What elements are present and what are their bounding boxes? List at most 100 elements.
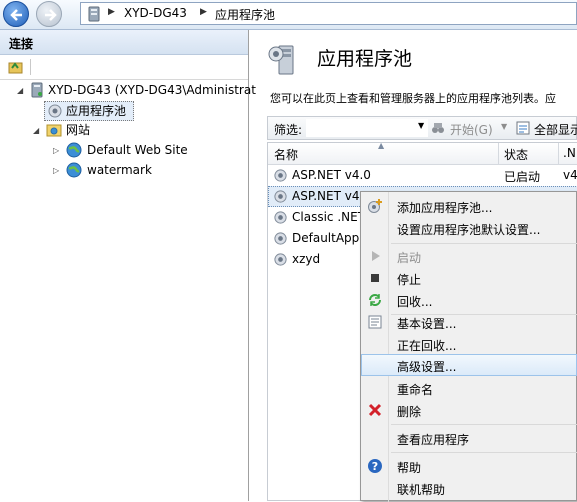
back-button[interactable] <box>3 1 29 27</box>
connections-toolbar <box>0 55 248 80</box>
collapse-arrow-icon[interactable]: ◢ <box>33 121 39 141</box>
row-status: 已启动 <box>504 170 541 184</box>
row-name: ASP.NET v4.0 <box>292 168 371 182</box>
connections-title: 连接 <box>9 37 34 51</box>
globe-icon <box>66 142 82 158</box>
connect-icon[interactable] <box>8 59 24 75</box>
filter-label: 筛选: <box>274 123 303 137</box>
tree-node-sites[interactable]: ◢ 网站 <box>0 120 248 140</box>
menu-item-recycle[interactable]: 回收... <box>361 289 577 311</box>
connections-header: 连接 <box>0 30 248 55</box>
row-name: DefaultAppP <box>292 231 367 245</box>
back-arrow-icon <box>10 9 22 21</box>
menu-item-help[interactable]: ? 帮助 <box>361 455 577 477</box>
sites-folder-icon <box>46 124 62 137</box>
menu-item-recycling[interactable]: 正在回收... <box>361 333 577 355</box>
table-row[interactable]: ASP.NET v4.0 已启动 v4 <box>268 165 577 186</box>
filter-bar: 筛选: ▼ 开始(G) ▼ 全部显示 <box>267 116 577 140</box>
svg-text:?: ? <box>372 460 378 473</box>
menu-label: 停止 <box>397 273 422 287</box>
tree-label-server: XYD-DG43 (XYD-DG43\Administrat <box>48 83 256 97</box>
app-pool-icon <box>274 232 287 245</box>
server-icon <box>31 82 43 98</box>
menu-label: 回收... <box>397 295 433 309</box>
tree-label-watermark: watermark <box>87 163 152 177</box>
tree-node-app-pools[interactable]: 应用程序池 <box>44 101 134 121</box>
expand-arrow-icon[interactable]: ▷ <box>53 161 59 181</box>
menu-item-basic-settings[interactable]: 基本设置... <box>361 311 577 333</box>
add-app-pool-icon <box>368 199 382 213</box>
page-title: 应用程序池 <box>317 48 413 70</box>
column-header-status[interactable]: 状态 <box>504 146 528 163</box>
breadcrumb-separator-icon: ▶ <box>200 7 207 17</box>
menu-label: 高级设置... <box>397 360 457 374</box>
app-pool-icon <box>274 253 287 266</box>
tree-node-watermark[interactable]: ▷ watermark <box>0 160 248 180</box>
help-icon: ? <box>368 459 382 473</box>
list-header: 名称 ▲ 状态 .N <box>268 141 577 165</box>
app-pool-icon <box>274 169 287 182</box>
show-all-button[interactable]: 全部显示 <box>534 121 577 138</box>
navigation-bar: ▶ XYD-DG43 ▶ 应用程序池 <box>0 0 577 30</box>
delete-x-icon <box>368 403 382 417</box>
menu-item-advanced-settings[interactable]: 高级设置... <box>361 354 577 376</box>
menu-label: 启动 <box>397 251 422 265</box>
filter-dropdown-icon[interactable]: ▼ <box>418 121 424 130</box>
menu-item-online-help[interactable]: 联机帮助 <box>361 477 577 499</box>
start-dropdown-icon[interactable]: ▼ <box>501 122 507 131</box>
play-icon <box>372 251 380 261</box>
row-name: xzyd <box>292 252 321 266</box>
menu-item-delete[interactable]: 删除 <box>361 399 577 421</box>
menu-label: 正在回收... <box>397 339 457 353</box>
column-header-net[interactable]: .N <box>563 146 576 160</box>
menu-label: 设置应用程序池默认设置... <box>397 223 541 237</box>
menu-item-start[interactable]: 启动 <box>361 245 577 267</box>
show-all-icon <box>516 121 530 135</box>
app-pool-icon <box>48 104 62 118</box>
menu-label: 查看应用程序 <box>397 433 470 447</box>
tree-label-app-pools: 应用程序池 <box>66 104 127 118</box>
menu-label: 联机帮助 <box>397 483 446 497</box>
recycle-icon <box>369 294 381 306</box>
globe-icon <box>66 162 82 178</box>
menu-item-set-defaults[interactable]: 设置应用程序池默认设置... <box>361 217 577 239</box>
menu-label: 添加应用程序池... <box>397 201 493 215</box>
forward-arrow-icon <box>45 9 57 21</box>
row-name: ASP.NET v4. <box>292 189 364 203</box>
breadcrumb-item-app-pools[interactable]: 应用程序池 <box>215 6 275 23</box>
menu-item-view-applications[interactable]: 查看应用程序 <box>361 427 577 449</box>
menu-label: 帮助 <box>397 461 422 475</box>
start-filter-button[interactable]: 开始(G) <box>450 121 493 138</box>
tree-label-sites: 网站 <box>66 123 91 137</box>
menu-label: 重命名 <box>397 383 434 397</box>
stop-icon <box>371 274 379 282</box>
menu-item-rename[interactable]: 重命名 <box>361 377 577 399</box>
collapse-arrow-icon[interactable]: ◢ <box>17 81 23 101</box>
page-description: 您可以在此页上查看和管理服务器上的应用程序池列表。应 <box>270 92 556 105</box>
menu-label: 基本设置... <box>397 317 457 331</box>
menu-label: 删除 <box>397 405 422 419</box>
app-pools-header-icon <box>268 45 294 75</box>
menu-item-stop[interactable]: 停止 <box>361 267 577 289</box>
menu-separator <box>391 424 577 425</box>
context-menu: 添加应用程序池... 设置应用程序池默认设置... 启动 停止 回收... 基本… <box>360 191 577 502</box>
app-pool-icon <box>274 211 287 224</box>
breadcrumb-item-server[interactable]: XYD-DG43 <box>124 6 187 20</box>
tree-node-default-web-site[interactable]: ▷ Default Web Site <box>0 140 248 160</box>
tree-node-server[interactable]: ◢ XYD-DG43 (XYD-DG43\Administrat <box>0 80 256 101</box>
menu-separator <box>391 243 577 244</box>
column-header-name[interactable]: 名称 <box>274 146 298 163</box>
settings-page-icon <box>368 315 382 329</box>
row-net-version: v4 <box>563 168 577 182</box>
toolbar-divider <box>30 59 31 75</box>
column-divider[interactable] <box>558 143 559 164</box>
filter-input[interactable] <box>306 119 428 137</box>
address-bar[interactable]: ▶ XYD-DG43 ▶ 应用程序池 <box>80 2 577 25</box>
expand-arrow-icon[interactable]: ▷ <box>53 141 59 161</box>
forward-button[interactable] <box>36 1 62 27</box>
binoculars-icon <box>432 123 444 133</box>
server-icon <box>88 6 100 22</box>
menu-item-add-app-pool[interactable]: 添加应用程序池... <box>361 195 577 217</box>
connections-pane: 连接 ◢ XYD-DG43 (XYD-DG43\Administrat 应用程序… <box>0 30 256 501</box>
column-divider[interactable] <box>498 143 499 164</box>
